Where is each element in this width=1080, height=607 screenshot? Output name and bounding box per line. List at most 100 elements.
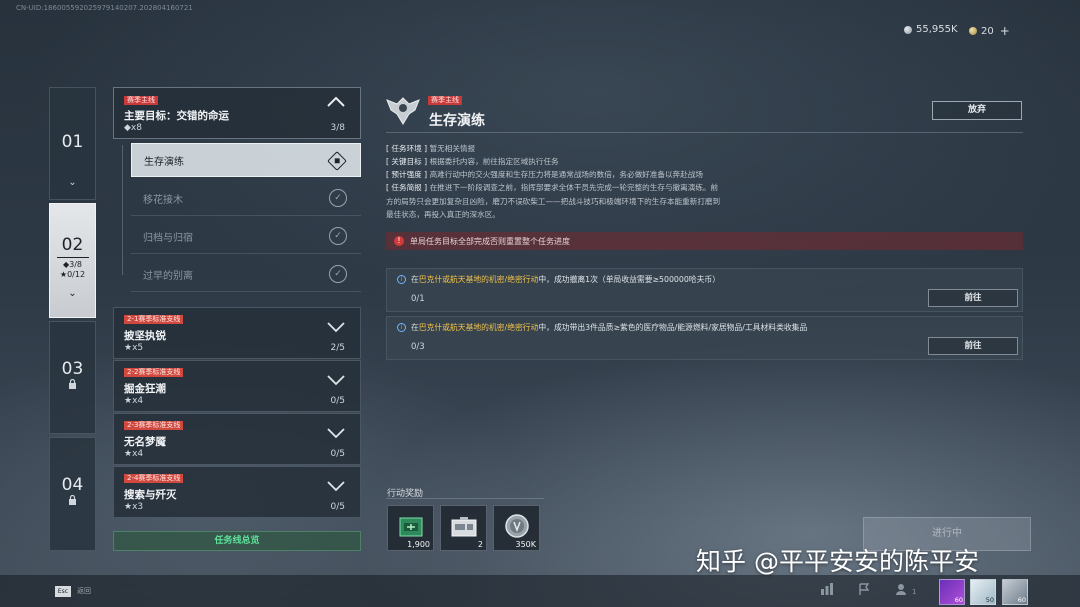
back-label: 返回 — [77, 587, 91, 595]
side-task-reward: ★x5 — [124, 343, 144, 353]
side-task-title: 掘金狂潮 — [124, 383, 166, 395]
silver-coin-icon — [505, 514, 529, 538]
side-task-progress: 0/5 — [330, 502, 345, 512]
expand-chevron-icon[interactable] — [326, 318, 346, 337]
mission-intensity: [ 预计强度 ] 高难行动中的交火强度和生存压力将是通常战场的数倍，务必做好准备… — [386, 168, 786, 181]
go-button[interactable]: 前往 — [928, 289, 1018, 307]
side-task-title: 搜索与歼灭 — [124, 489, 177, 501]
coin-balance: 55,955K — [904, 24, 958, 35]
target-icon: ◆ — [327, 151, 347, 171]
chapter-tab-01[interactable]: 01 ⌄ — [49, 87, 96, 200]
chapter-star-progress: ★0/12 — [59, 270, 86, 279]
teammate-avatar[interactable]: 50 — [970, 579, 996, 605]
reward-quantity: 2 — [477, 540, 483, 549]
substep-survival-drill[interactable]: 生存演练 ◆ — [131, 143, 361, 177]
chapter-number: 02 — [61, 235, 84, 255]
substep-label: 生存演练 — [144, 156, 184, 168]
chapter-tab-02[interactable]: 02 ◆3/8 ★0/12 ⌄ — [49, 203, 96, 318]
divider — [386, 498, 544, 499]
objective-text: 中，成功带出3件品质≥紫色的医疗物品/能源燃料/家居物品/工具材料类收集品 — [538, 323, 808, 332]
expand-chevron-icon[interactable] — [326, 477, 346, 496]
green-supply-box-icon — [399, 517, 423, 537]
objective-row: i 在 巴克什或航天基地的机密/绝密行动 中，成功带出3件品质≥紫色的医疗物品/… — [386, 316, 1023, 360]
side-task-tag: 2-1赛季标准支线 — [124, 315, 184, 324]
reward-item[interactable]: 350K — [493, 505, 540, 551]
expand-chevron-icon[interactable] — [326, 424, 346, 443]
bottom-bar — [0, 575, 1080, 607]
info-icon: i — [397, 275, 406, 284]
mission-goal: [ 关键目标 ] 根据委托内容，前往指定区域执行任务 — [386, 155, 786, 168]
coin-icon — [904, 25, 912, 34]
season-main-tag: 赛季主线 — [124, 96, 158, 105]
divider — [56, 257, 89, 258]
teammate-avatar[interactable]: 60 — [1002, 579, 1028, 605]
substep-graft[interactable]: 移花接木 ✓ — [131, 182, 361, 216]
season-main-tag: 赛季主线 — [428, 96, 462, 105]
add-currency-button[interactable]: + — [1000, 24, 1010, 38]
chapter-number: 04 — [61, 475, 84, 495]
objective-location: 巴克什或航天基地的机密/绝密行动 — [418, 275, 539, 284]
side-task-progress: 0/5 — [330, 396, 345, 406]
reward-quantity: 350K — [515, 540, 536, 549]
abandon-button[interactable]: 放弃 — [932, 101, 1022, 120]
flag-icon[interactable] — [858, 583, 870, 599]
substep-early-farewell[interactable]: 过早的别离 ✓ — [131, 258, 361, 292]
side-task-card[interactable]: 2-3赛季标准支线 无名梦魇 ★x4 0/5 — [113, 413, 361, 465]
objective-pre: 在 — [411, 323, 419, 332]
expand-chevron-icon[interactable] — [326, 371, 346, 390]
side-task-card[interactable]: 2-2赛季标准支线 掘金狂潮 ★x4 0/5 — [113, 360, 361, 412]
stats-icon[interactable] — [820, 583, 834, 598]
objective-row: i 在 巴克什或航天基地的机密/绝密行动 中，成功撤离1次（单局收益需要≥500… — [386, 268, 1023, 312]
objective-count: 0/3 — [411, 342, 425, 352]
main-task-progress: 3/8 — [330, 123, 345, 133]
chapter-tab-04[interactable]: 04 — [49, 437, 96, 551]
info-value: 在推进下一阶段调查之前，指挥部要求全体干员先完成一轮完整的生存与撤离演练。前 — [429, 183, 719, 192]
chapter-tab-03[interactable]: 03 — [49, 321, 96, 434]
info-label: [ 任务环境 ] — [386, 144, 428, 153]
quest-line-overview-button[interactable]: 任务线总览 — [113, 531, 361, 551]
avatar-level: 50 — [985, 596, 994, 604]
medal-icon: ✓ — [329, 189, 347, 207]
main-task-title: 主要目标：交错的命运 — [124, 110, 229, 122]
main-task-card[interactable]: 赛季主线 主要目标：交错的命运 ◆x8 3/8 — [113, 87, 361, 139]
premium-balance: 20 + — [969, 24, 1010, 38]
side-task-reward: ★x3 — [124, 502, 144, 512]
mission-title: 生存演练 — [429, 113, 485, 129]
side-task-title: 披坚执锐 — [124, 330, 166, 342]
reward-item[interactable]: 1,900 — [387, 505, 434, 551]
objective-count: 0/1 — [411, 294, 425, 304]
info-label: [ 任务简报 ] — [386, 183, 428, 192]
substep-label: 归档与归宿 — [143, 233, 193, 244]
equipment-case-icon — [451, 517, 477, 537]
objective-pre: 在 — [411, 275, 419, 284]
mission-environment: [ 任务环境 ] 暂无相关情报 — [386, 142, 786, 155]
side-task-title: 无名梦魇 — [124, 436, 166, 448]
friends-count: 1 — [912, 588, 917, 596]
mission-briefing-cont: 方的局势只会更加复杂且凶险，磨刀不误砍柴工——把战斗技巧和极端环境下的生存本能重… — [386, 197, 721, 206]
premium-currency-icon — [969, 27, 977, 35]
main-task-reward: ◆x8 — [124, 123, 142, 133]
lock-icon — [68, 494, 77, 508]
lock-icon — [68, 378, 77, 392]
collapse-chevron-icon[interactable] — [326, 92, 346, 113]
friends-icon[interactable] — [896, 583, 910, 598]
go-button[interactable]: 前往 — [928, 337, 1018, 355]
mission-briefing-cont: 最佳状态，再投入真正的深水区。 — [386, 210, 500, 219]
player-uid: CN-UID:1860055920259791402​07.20280416​0… — [16, 4, 193, 12]
side-task-tag: 2-2赛季标准支线 — [124, 368, 184, 377]
side-task-card[interactable]: 2-4赛季标准支线 搜索与歼灭 ★x3 0/5 — [113, 466, 361, 518]
info-icon: i — [397, 323, 406, 332]
side-task-reward: ★x4 — [124, 396, 144, 406]
teammate-avatar[interactable]: 60 — [939, 579, 965, 605]
substep-archive[interactable]: 归档与归宿 ✓ — [131, 220, 361, 254]
medal-icon: ✓ — [329, 227, 347, 245]
medal-icon: ✓ — [329, 265, 347, 283]
premium-amount: 20 — [981, 25, 994, 37]
info-value: 根据委托内容，前往指定区域执行任务 — [429, 157, 559, 166]
substep-tree-line — [122, 145, 123, 275]
reward-item[interactable]: 2 — [440, 505, 487, 551]
info-label: [ 关键目标 ] — [386, 157, 428, 166]
side-task-card[interactable]: 2-1赛季标准支线 披坚执锐 ★x5 2/5 — [113, 307, 361, 359]
avatar-level: 60 — [954, 596, 963, 604]
esc-key-badge[interactable]: Esc — [55, 586, 71, 597]
